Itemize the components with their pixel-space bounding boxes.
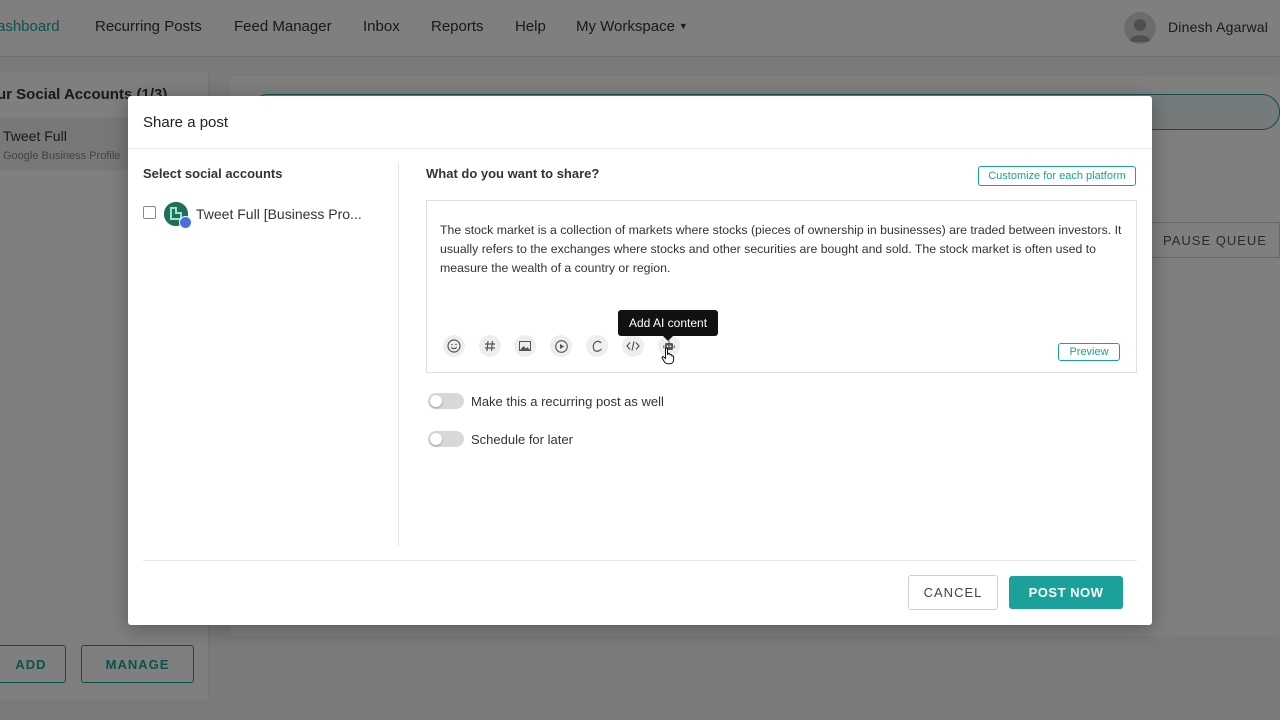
toggle-knob <box>430 395 442 407</box>
code-icon[interactable] <box>622 335 644 357</box>
account-option[interactable]: Tweet Full [Business Pro... <box>143 202 373 229</box>
recurring-toggle-row[interactable]: Make this a recurring post as well <box>428 392 828 412</box>
schedule-label: Schedule for later <box>471 432 573 447</box>
canva-icon[interactable] <box>586 335 608 357</box>
google-business-badge-icon <box>179 216 192 229</box>
account-avatar <box>164 202 192 229</box>
emoji-icon[interactable] <box>443 335 465 357</box>
share-question-label: What do you want to share? <box>426 166 600 181</box>
image-icon[interactable] <box>514 335 536 357</box>
footer-divider <box>143 560 1137 561</box>
account-option-label: Tweet Full [Business Pro... <box>196 206 362 222</box>
cancel-button[interactable]: CANCEL <box>908 575 998 610</box>
share-post-modal: Share a post Select social accounts Twee… <box>128 96 1152 625</box>
post-editor[interactable]: The stock market is a collection of mark… <box>426 200 1137 373</box>
modal-title: Share a post <box>143 114 229 131</box>
ai-content-tooltip: Add AI content <box>618 310 718 341</box>
preview-button[interactable]: Preview <box>1058 343 1120 361</box>
post-text[interactable]: The stock market is a collection of mark… <box>440 221 1130 278</box>
schedule-toggle[interactable] <box>428 431 464 447</box>
video-icon[interactable] <box>550 335 572 357</box>
column-divider <box>398 162 399 546</box>
recurring-label: Make this a recurring post as well <box>471 394 664 409</box>
hashtag-icon[interactable] <box>479 335 501 357</box>
post-now-button[interactable]: POST NOW <box>1009 576 1123 609</box>
customize-platform-button[interactable]: Customize for each platform <box>978 166 1136 186</box>
select-accounts-label: Select social accounts <box>143 166 283 181</box>
recurring-toggle[interactable] <box>428 393 464 409</box>
toggle-knob <box>430 433 442 445</box>
schedule-toggle-row[interactable]: Schedule for later <box>428 430 828 450</box>
modal-header: Share a post <box>128 96 1152 149</box>
hand-cursor-icon <box>661 347 675 365</box>
account-checkbox[interactable] <box>143 206 156 219</box>
